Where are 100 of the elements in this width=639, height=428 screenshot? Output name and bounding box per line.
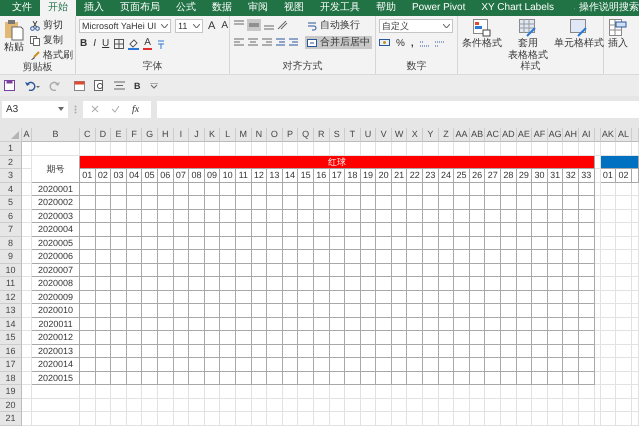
cut-button[interactable]: 剪切 bbox=[28, 19, 75, 32]
row-header[interactable]: 10 bbox=[0, 264, 22, 277]
row-header[interactable]: 17 bbox=[0, 358, 22, 372]
shrink-font-button[interactable]: A bbox=[220, 20, 230, 32]
column-header[interactable]: AK bbox=[600, 128, 616, 142]
row-header[interactable]: 11 bbox=[0, 277, 22, 290]
comma-button[interactable]: , bbox=[410, 38, 415, 50]
column-header[interactable]: AB bbox=[470, 128, 486, 142]
formula-input[interactable] bbox=[157, 100, 639, 118]
column-header[interactable]: D bbox=[96, 128, 112, 142]
underline-button[interactable]: U bbox=[101, 38, 110, 50]
column-header[interactable]: AI bbox=[579, 128, 595, 142]
align-icon[interactable] bbox=[114, 81, 125, 90]
column-header[interactable]: R bbox=[314, 128, 330, 142]
select-all-icon[interactable] bbox=[11, 131, 19, 139]
merge-center-button[interactable]: 合并后居中 bbox=[305, 36, 372, 49]
row-header[interactable]: 16 bbox=[0, 344, 22, 358]
font-family-dropdown[interactable]: Microsoft YaHei UI bbox=[79, 19, 171, 33]
row-header[interactable]: 4 bbox=[0, 182, 22, 196]
percent-button[interactable]: % bbox=[395, 38, 406, 50]
cancel-icon[interactable] bbox=[91, 105, 99, 113]
tell-me-search[interactable]: 操作说明搜索 bbox=[579, 0, 639, 16]
column-header[interactable]: V bbox=[376, 128, 392, 142]
save-icon[interactable] bbox=[4, 80, 15, 91]
column-header[interactable]: AF bbox=[532, 128, 548, 142]
number-format-dropdown[interactable]: 自定义 bbox=[379, 19, 453, 33]
column-header[interactable]: A bbox=[22, 128, 32, 142]
column-header[interactable]: AC bbox=[485, 128, 502, 142]
bold-button[interactable]: B bbox=[79, 38, 88, 50]
column-header[interactable]: O bbox=[267, 128, 283, 142]
column-header[interactable]: P bbox=[282, 128, 298, 142]
row-header[interactable]: 21 bbox=[0, 412, 22, 426]
italic-button[interactable]: I bbox=[92, 38, 98, 50]
column-header[interactable]: H bbox=[158, 128, 174, 142]
row-header[interactable]: 9 bbox=[0, 250, 22, 264]
column-header[interactable]: AG bbox=[548, 128, 564, 142]
column-header[interactable]: F bbox=[126, 128, 142, 142]
ribbon-tab[interactable]: 页面布局 bbox=[112, 0, 168, 16]
column-header[interactable]: AL bbox=[616, 128, 632, 142]
grow-font-button[interactable]: A bbox=[207, 20, 216, 32]
row-header[interactable]: 2 bbox=[0, 156, 22, 169]
customize-caret-icon[interactable] bbox=[150, 82, 158, 88]
ribbon-tab[interactable]: 视图 bbox=[276, 0, 312, 16]
row-header[interactable]: 15 bbox=[0, 331, 22, 344]
column-header[interactable]: AH bbox=[563, 128, 579, 142]
check-icon[interactable] bbox=[111, 105, 120, 113]
ribbon-tab[interactable]: 帮助 bbox=[368, 0, 404, 16]
ribbon-tab[interactable]: 公式 bbox=[168, 0, 204, 16]
row-header[interactable]: 19 bbox=[0, 385, 22, 398]
ribbon-tab[interactable]: Power Pivot bbox=[404, 0, 474, 16]
column-header[interactable]: Z bbox=[438, 128, 454, 142]
column-header[interactable]: T bbox=[345, 128, 361, 142]
print-preview-icon[interactable] bbox=[94, 80, 105, 91]
ribbon-tab[interactable]: 数据 bbox=[204, 0, 240, 16]
column-header[interactable]: L bbox=[220, 128, 236, 142]
wrap-text-button[interactable]: 自动换行 bbox=[305, 19, 372, 32]
column-header[interactable]: X bbox=[407, 128, 424, 142]
column-header[interactable]: C bbox=[80, 128, 96, 142]
column-header[interactable]: AD bbox=[501, 128, 517, 142]
copy-button[interactable]: 复制 bbox=[28, 34, 75, 47]
column-header[interactable]: Q bbox=[298, 128, 314, 142]
row-header[interactable]: 14 bbox=[0, 318, 22, 331]
column-header[interactable]: I bbox=[174, 128, 190, 142]
row-header[interactable]: 7 bbox=[0, 223, 22, 236]
row-header[interactable]: 20 bbox=[0, 398, 22, 412]
column-header[interactable]: J bbox=[189, 128, 205, 142]
row-header[interactable]: 3 bbox=[0, 169, 22, 182]
row-header[interactable]: 5 bbox=[0, 196, 22, 210]
row-header[interactable]: 6 bbox=[0, 210, 22, 223]
column-header[interactable]: U bbox=[360, 128, 376, 142]
ribbon-tab[interactable]: 文件 bbox=[4, 0, 40, 16]
ribbon-tab[interactable]: 开发工具 bbox=[312, 0, 368, 16]
row-header[interactable]: 8 bbox=[0, 236, 22, 250]
font-color-button[interactable]: A bbox=[143, 38, 152, 50]
column-header[interactable]: N bbox=[252, 128, 268, 142]
column-header[interactable]: G bbox=[142, 128, 158, 142]
column-header[interactable]: AE bbox=[516, 128, 532, 142]
undo-icon[interactable] bbox=[24, 80, 40, 90]
paste-button[interactable]: 粘贴 bbox=[3, 19, 25, 53]
column-header[interactable]: W bbox=[392, 128, 408, 142]
column-header[interactable]: S bbox=[330, 128, 346, 142]
column-header[interactable]: AA bbox=[454, 128, 470, 142]
row-header[interactable]: 12 bbox=[0, 290, 22, 304]
column-header[interactable]: E bbox=[111, 128, 127, 142]
column-header[interactable]: M bbox=[236, 128, 252, 142]
ribbon-tab[interactable]: XY Chart Labels bbox=[473, 0, 562, 16]
ribbon-tab[interactable]: 审阅 bbox=[240, 0, 276, 16]
ribbon-tab[interactable]: 插入 bbox=[76, 0, 112, 16]
row-header[interactable]: 18 bbox=[0, 372, 22, 385]
insert-function-button[interactable]: fx bbox=[132, 104, 140, 114]
ribbon-tab[interactable]: 开始 bbox=[40, 0, 76, 16]
row-header[interactable]: 1 bbox=[0, 142, 22, 156]
conditional-format-button[interactable]: 条件格式 bbox=[461, 19, 503, 49]
font-size-dropdown[interactable]: 11 bbox=[175, 19, 203, 33]
cell-styles-button[interactable]: 单元格样式 bbox=[553, 19, 605, 49]
bold-button[interactable]: B bbox=[134, 80, 140, 90]
calendar-icon[interactable] bbox=[74, 80, 85, 91]
column-header[interactable]: Y bbox=[423, 128, 439, 142]
name-box[interactable]: A3 bbox=[2, 100, 68, 118]
format-painter-button[interactable]: 格式刷 bbox=[28, 49, 75, 62]
